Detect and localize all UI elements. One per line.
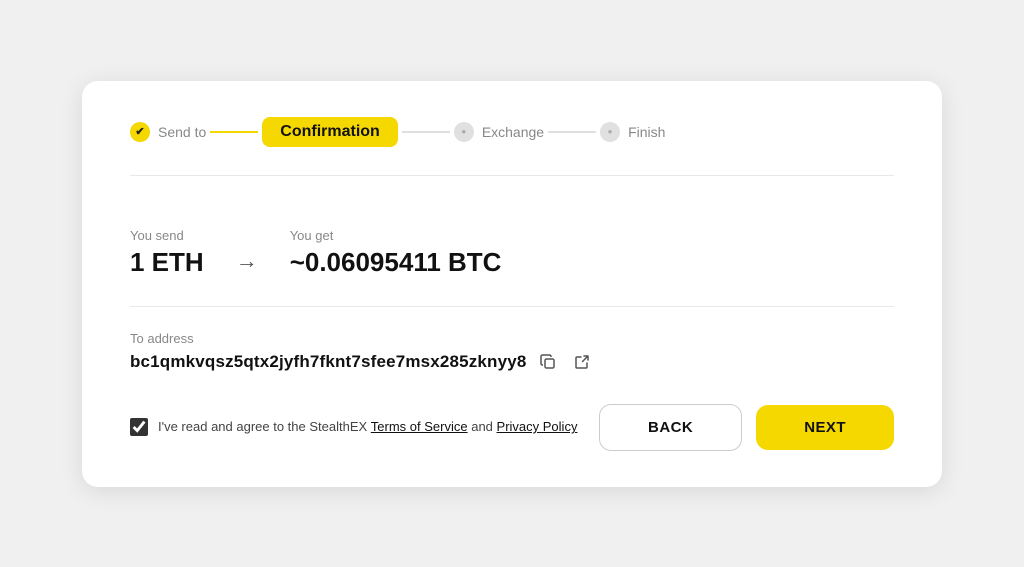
back-button[interactable]: BACK (599, 404, 742, 451)
external-link-icon (574, 354, 590, 370)
step-label-finish: Finish (628, 124, 665, 140)
terms-prefix: I've read and agree to the StealthEX (158, 419, 371, 434)
get-value: ~0.06095411 BTC (290, 247, 502, 278)
dot-icon-exchange: ● (461, 127, 466, 136)
step-line-1 (210, 131, 258, 133)
address-label: To address (130, 331, 894, 346)
footer: I've read and agree to the StealthEX Ter… (130, 404, 894, 451)
exchange-section: You send 1 ETH → You get ~0.06095411 BTC (130, 204, 894, 307)
action-buttons: BACK NEXT (599, 404, 894, 451)
step-confirmation: Confirmation (262, 117, 398, 147)
privacy-link[interactable]: Privacy Policy (497, 419, 578, 434)
send-col: You send 1 ETH (130, 228, 204, 278)
send-label: You send (130, 228, 204, 243)
step-send-to: ✔ Send to (130, 122, 206, 142)
get-col: You get ~0.06095411 BTC (290, 228, 502, 278)
step-line-2 (402, 131, 450, 133)
external-link-button[interactable] (570, 352, 594, 372)
step-dot-exchange: ● (454, 122, 474, 142)
arrow-icon: → (236, 248, 258, 274)
step-dot-send-to: ✔ (130, 122, 150, 142)
send-value: 1 ETH (130, 247, 204, 278)
address-row: bc1qmkvqsz5qtx2jyfh7fknt7sfee7msx285zkny… (130, 352, 894, 372)
copy-button[interactable] (536, 352, 560, 372)
tos-link[interactable]: Terms of Service (371, 419, 468, 434)
address-section: To address bc1qmkvqsz5qtx2jyfh7fknt7sfee… (130, 307, 894, 400)
step-finish: ● Finish (600, 122, 665, 142)
next-button[interactable]: NEXT (756, 405, 894, 450)
address-value: bc1qmkvqsz5qtx2jyfh7fknt7sfee7msx285zkny… (130, 352, 526, 372)
terms-connector: and (468, 419, 497, 434)
step-label-confirmation: Confirmation (262, 117, 398, 147)
copy-icon (540, 354, 556, 370)
terms-checkbox-row: I've read and agree to the StealthEX Ter… (130, 417, 599, 437)
stepper: ✔ Send to Confirmation ● Exchange ● Fini… (130, 117, 894, 176)
step-line-3 (548, 131, 596, 133)
terms-checkbox[interactable] (130, 418, 148, 436)
check-icon: ✔ (135, 125, 144, 138)
step-exchange: ● Exchange (454, 122, 544, 142)
terms-label[interactable]: I've read and agree to the StealthEX Ter… (158, 417, 577, 437)
step-label-send-to: Send to (158, 124, 206, 140)
get-label: You get (290, 228, 502, 243)
dot-icon-finish: ● (608, 127, 613, 136)
step-label-exchange: Exchange (482, 124, 544, 140)
step-dot-finish: ● (600, 122, 620, 142)
main-card: ✔ Send to Confirmation ● Exchange ● Fini… (82, 81, 942, 487)
